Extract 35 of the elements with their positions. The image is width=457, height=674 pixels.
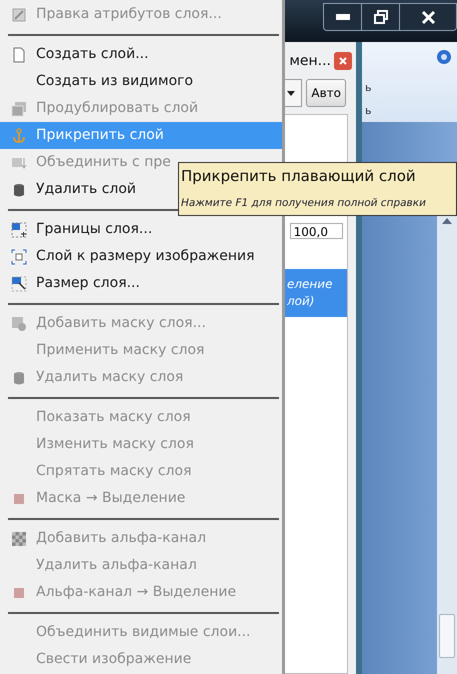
trash-icon xyxy=(11,370,27,386)
trash-icon xyxy=(11,182,27,198)
checkerboard-icon xyxy=(11,530,27,546)
anchor-icon xyxy=(11,128,27,144)
restore-icon xyxy=(374,10,388,24)
scroll-up-icon[interactable] xyxy=(442,218,452,224)
menu-item[interactable]: Создать из видимого xyxy=(0,68,282,95)
minimize-button[interactable] xyxy=(324,4,362,30)
close-icon xyxy=(339,57,347,65)
menu-item[interactable]: Размер слоя... xyxy=(0,270,282,297)
help-icon[interactable] xyxy=(437,50,451,64)
ribbon-label: ь xyxy=(365,102,372,118)
caret-icon xyxy=(287,90,296,96)
fit-icon xyxy=(11,248,27,264)
scroll-thumb[interactable] xyxy=(439,614,455,658)
restore-button[interactable] xyxy=(362,4,400,30)
opacity-field[interactable]: 100,0 xyxy=(290,223,343,239)
menu-item[interactable]: Границы слоя... xyxy=(0,216,282,243)
tooltip-hint: Нажмите F1 для получения полной справки xyxy=(181,196,427,210)
ribbon-label: ь xyxy=(365,80,372,96)
minimize-icon xyxy=(336,14,350,20)
layers-icon xyxy=(11,100,27,116)
mode-button[interactable]: Авто xyxy=(306,79,346,107)
close-icon xyxy=(422,10,434,24)
dialog-title: мен... xyxy=(289,52,331,70)
menu-item[interactable]: Прикрепить слой xyxy=(0,122,282,149)
page-icon xyxy=(11,46,27,62)
close-button[interactable] xyxy=(400,4,456,30)
menu-item[interactable]: Слой к размеру изображения xyxy=(0,243,282,270)
resize-icon xyxy=(11,276,27,292)
pencil-icon xyxy=(11,6,27,22)
boundary-icon xyxy=(11,222,27,238)
tooltip-title: Прикрепить плавающий слой xyxy=(181,166,417,187)
mask-icon xyxy=(11,316,27,332)
menu-item[interactable]: Создать слой... xyxy=(0,41,282,68)
